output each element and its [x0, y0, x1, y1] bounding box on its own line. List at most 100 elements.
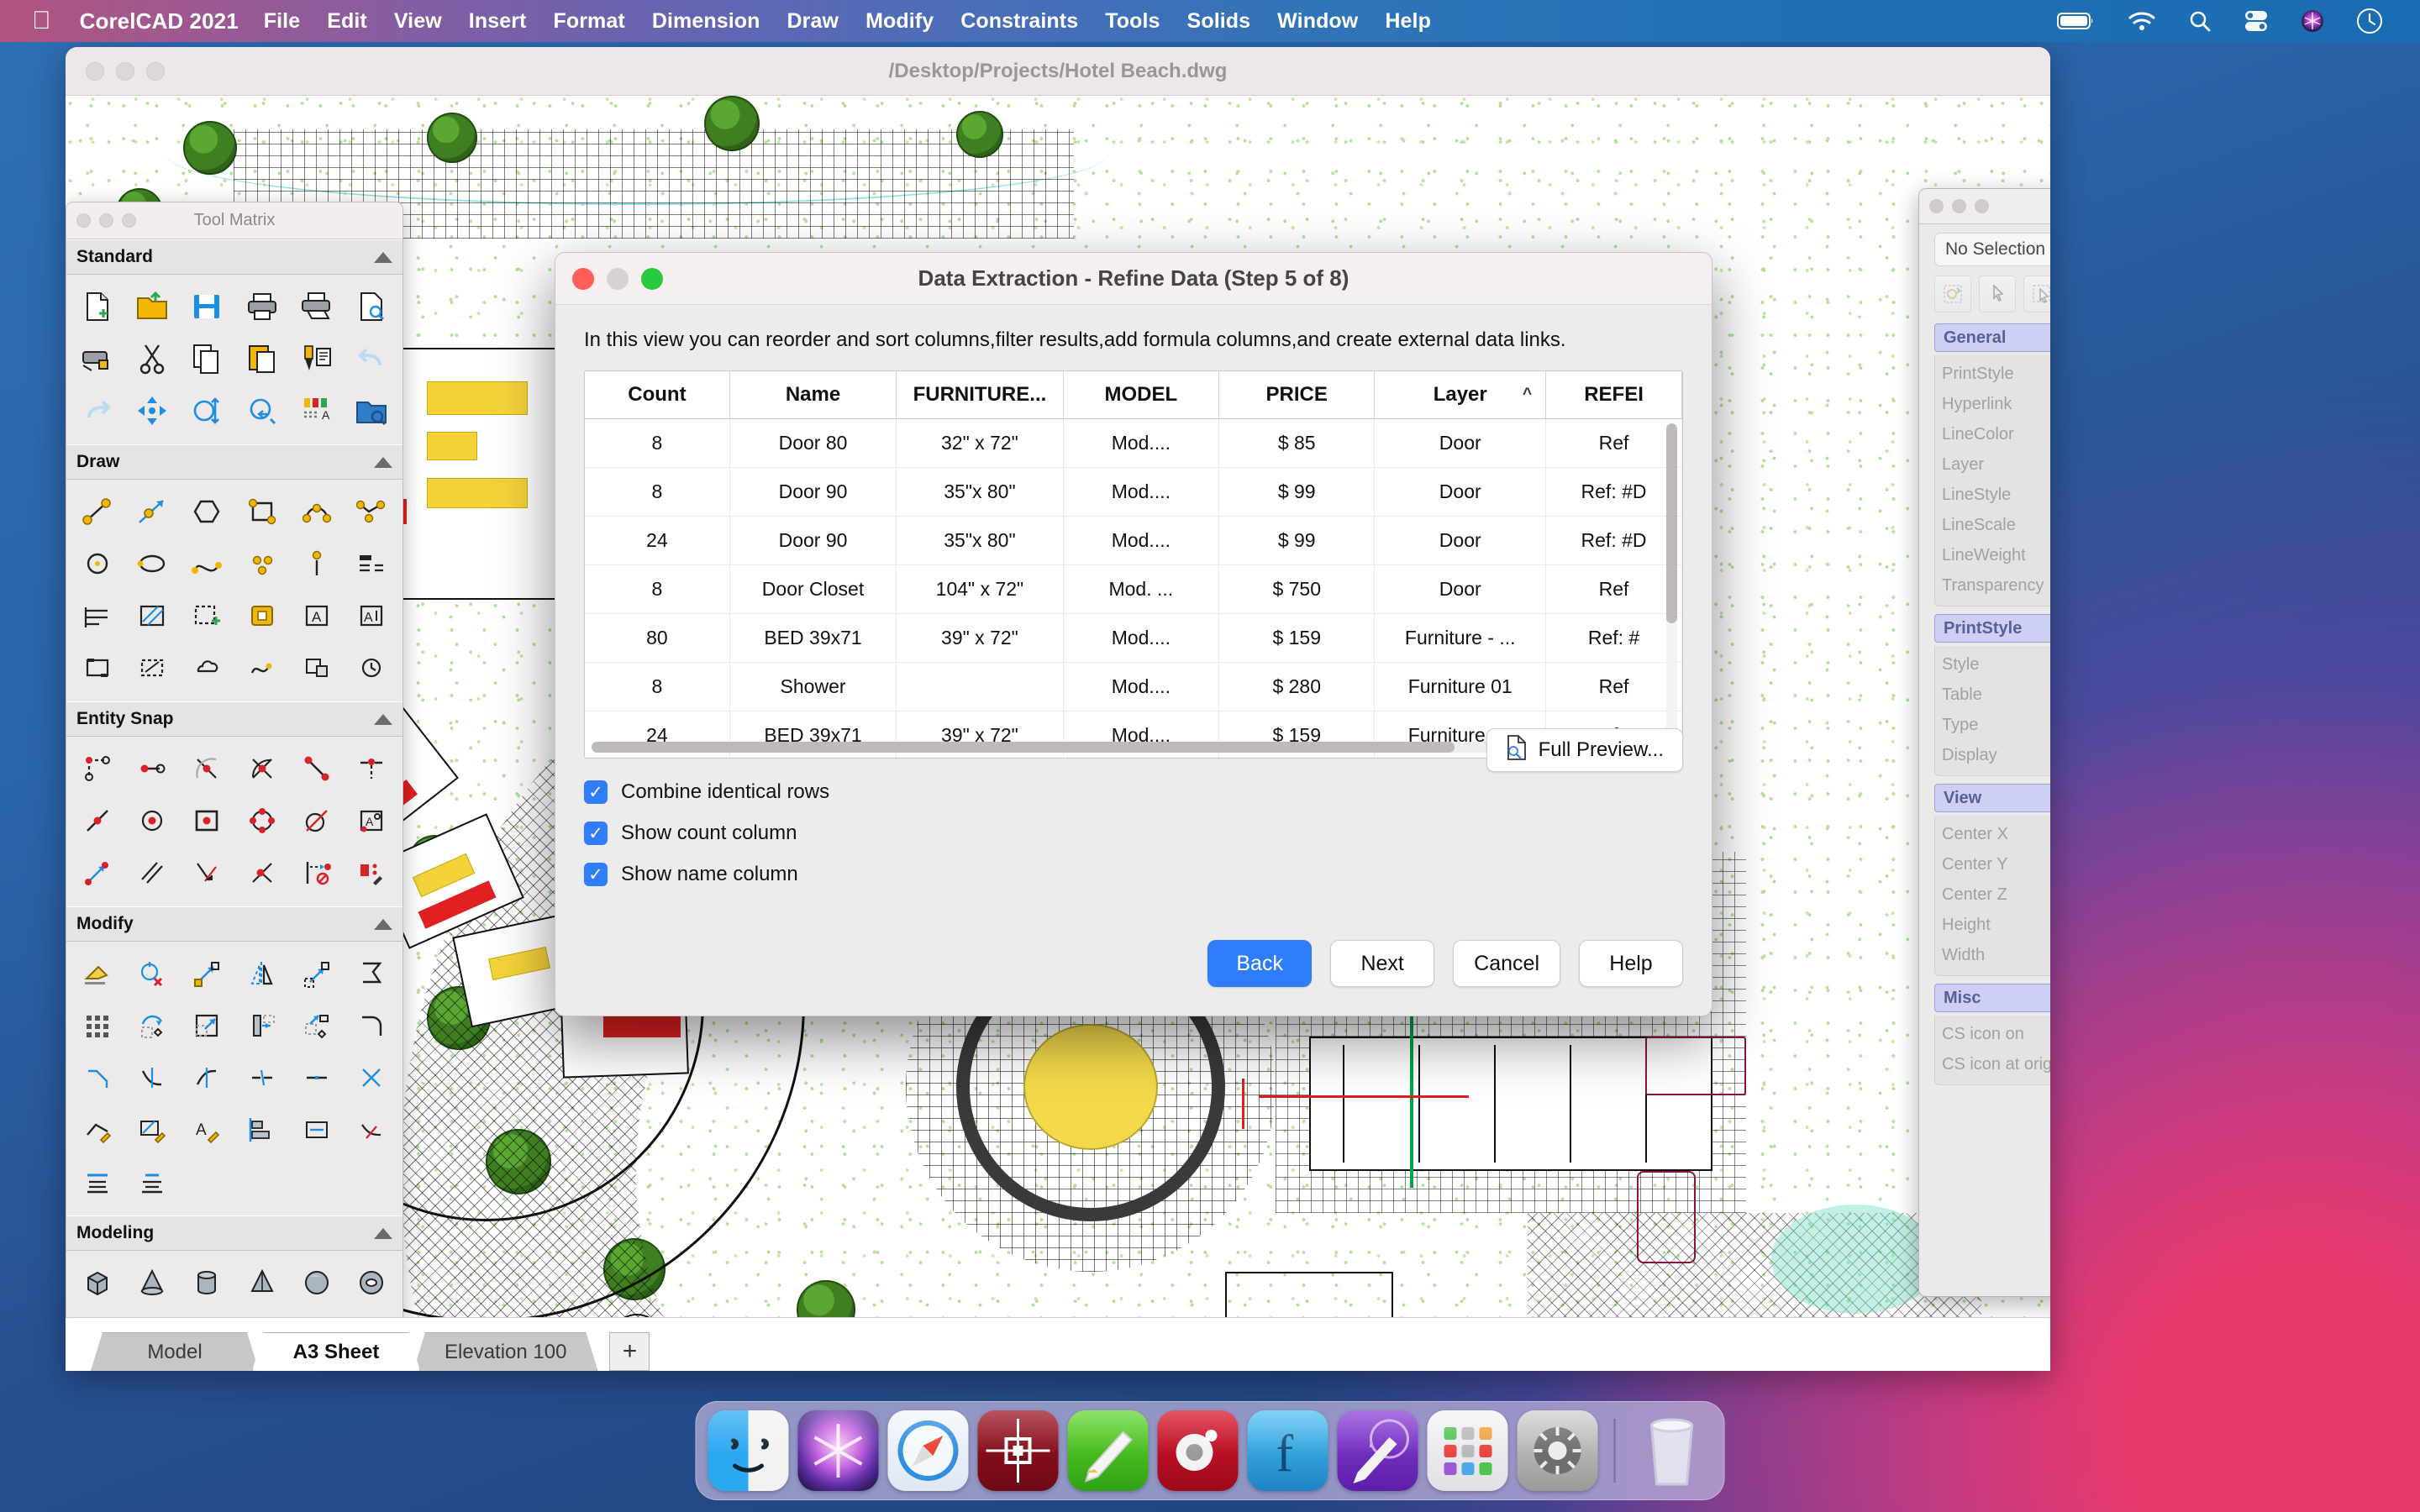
wifi-icon[interactable] — [2128, 10, 2156, 32]
tool-section-draw[interactable]: Draw — [66, 444, 402, 480]
snap-insertion-icon[interactable] — [180, 795, 234, 847]
table-hscroll-thumb[interactable] — [592, 742, 1455, 753]
open-drawing-browse-tool[interactable] — [345, 385, 399, 437]
column-header-reference[interactable]: REFEI — [1545, 371, 1682, 419]
snap-from-icon[interactable] — [70, 743, 124, 795]
polyline-tool[interactable] — [345, 486, 399, 538]
pattern-fill-tool[interactable] — [289, 642, 344, 694]
snap-text-insert-icon[interactable]: A — [345, 795, 399, 847]
edit-attribute-tool[interactable] — [289, 1104, 344, 1156]
corel-capture-icon[interactable] — [1337, 1410, 1418, 1491]
help-button[interactable]: Help — [1579, 940, 1683, 987]
snap-perpendicular-icon[interactable] — [180, 847, 234, 899]
triangle-up-icon[interactable] — [374, 456, 392, 468]
explode-tool[interactable] — [345, 1052, 399, 1104]
clock-icon[interactable] — [2356, 8, 2383, 34]
rotate-tool[interactable] — [124, 1000, 179, 1052]
launchpad-icon[interactable] — [1427, 1410, 1508, 1491]
point-tool[interactable] — [234, 538, 289, 590]
snap-settings-icon[interactable] — [345, 847, 399, 899]
extend-tool[interactable] — [180, 1052, 234, 1104]
edit-hatch-tool[interactable] — [124, 1104, 179, 1156]
move-copy-tool[interactable] — [289, 1000, 344, 1052]
snap-nearest-icon[interactable] — [289, 743, 344, 795]
menu-item-view[interactable]: View — [394, 9, 442, 34]
snap-quadrant-icon[interactable] — [234, 795, 289, 847]
block-tool[interactable] — [234, 590, 289, 642]
region-tool[interactable] — [70, 642, 124, 694]
data-extraction-dialog[interactable]: Data Extraction - Refine Data (Step 5 of… — [555, 252, 1712, 1016]
snap-endpoint-icon[interactable] — [124, 743, 179, 795]
freehand-tool[interactable] — [234, 642, 289, 694]
option-combine-identical-rows[interactable]: ✓ Combine identical rows — [584, 780, 1683, 804]
sheet-tab-model[interactable]: Model — [91, 1332, 259, 1371]
menu-item-modify[interactable]: Modify — [865, 9, 934, 34]
break-tool[interactable] — [234, 1052, 289, 1104]
control-center-icon[interactable] — [2244, 9, 2269, 33]
snap-toggle-off-icon[interactable] — [289, 847, 344, 899]
menu-item-help[interactable]: Help — [1385, 9, 1431, 34]
ellipse-tool[interactable] — [124, 538, 179, 590]
snap-parallel-icon[interactable] — [124, 847, 179, 899]
zoom-extents-tool[interactable] — [180, 385, 234, 437]
text-align-top-tool[interactable] — [70, 1156, 124, 1208]
column-header-price[interactable]: PRICE — [1218, 371, 1376, 419]
properties-panel[interactable]: Properties No Selection ▲▼ ? General — [1918, 188, 2050, 1297]
snap-tangent-icon[interactable] — [289, 795, 344, 847]
ray-tool[interactable] — [289, 538, 344, 590]
edit-polyline-tool[interactable] — [70, 1104, 124, 1156]
quick-select-icon[interactable] — [1934, 276, 1971, 312]
apple-menu-icon[interactable]:  — [32, 8, 51, 34]
open-file-tool[interactable] — [124, 281, 179, 333]
option-show-count-column[interactable]: ✓ Show count column — [584, 822, 1683, 845]
arc-tool[interactable] — [289, 486, 344, 538]
revision-tool[interactable] — [345, 642, 399, 694]
mirror-tool[interactable] — [234, 948, 289, 1000]
snap-intersection-icon[interactable] — [180, 743, 234, 795]
snap-center-icon[interactable] — [124, 795, 179, 847]
menu-item-dimension[interactable]: Dimension — [652, 9, 760, 34]
sheet-tab-a3-sheet[interactable]: A3 Sheet — [252, 1332, 420, 1371]
checkbox-checked-icon[interactable]: ✓ — [584, 822, 608, 845]
multi-line-tool[interactable] — [70, 590, 124, 642]
table-tool[interactable] — [345, 538, 399, 590]
print-preview-tool[interactable] — [345, 281, 399, 333]
tool-section-entity-snap[interactable]: Entity Snap — [66, 701, 402, 737]
tool-section-modeling[interactable]: Modeling — [66, 1215, 402, 1251]
properties-group-printstyle[interactable]: PrintStyle — [1934, 614, 2050, 643]
new-file-tool[interactable] — [70, 281, 124, 333]
print-tool[interactable] — [234, 281, 289, 333]
save-tool[interactable] — [180, 281, 234, 333]
coreldraw-icon[interactable] — [1067, 1410, 1149, 1491]
finder-icon[interactable] — [708, 1410, 789, 1491]
cancel-button[interactable]: Cancel — [1453, 940, 1560, 987]
siri-icon[interactable] — [2301, 9, 2324, 33]
cut-tool[interactable] — [124, 333, 179, 385]
system-preferences-icon[interactable] — [1517, 1410, 1598, 1491]
option-show-name-column[interactable]: ✓ Show name column — [584, 863, 1683, 886]
sheet-tab-elevation-100[interactable]: Elevation 100 — [413, 1332, 597, 1371]
snap-midpoint-icon[interactable] — [345, 743, 399, 795]
back-button[interactable]: Back — [1207, 940, 1313, 987]
offset-tool[interactable] — [345, 948, 399, 1000]
column-header-furniture[interactable]: FURNITURE... — [896, 371, 1064, 419]
polygon-tool[interactable] — [180, 486, 234, 538]
circle-tool[interactable] — [70, 538, 124, 590]
join-tool[interactable] — [289, 1052, 344, 1104]
pyramid-tool[interactable] — [234, 1257, 289, 1309]
redo-tool[interactable] — [70, 385, 124, 437]
menu-item-tools[interactable]: Tools — [1105, 9, 1160, 34]
trash-icon[interactable] — [1632, 1410, 1712, 1491]
note-text-tool[interactable]: A — [345, 590, 399, 642]
menu-item-window[interactable]: Window — [1277, 9, 1358, 34]
checkbox-checked-icon[interactable]: ✓ — [584, 863, 608, 886]
table-vscroll-thumb[interactable] — [1666, 423, 1677, 624]
menu-item-file[interactable]: File — [264, 9, 300, 34]
cone-tool[interactable] — [124, 1257, 179, 1309]
layers-tool[interactable]: A — [289, 385, 344, 437]
next-button[interactable]: Next — [1330, 940, 1435, 987]
erase-tool[interactable] — [70, 948, 124, 1000]
snap-extension-icon[interactable] — [70, 847, 124, 899]
edit-text-tool[interactable]: A — [180, 1104, 234, 1156]
triangle-up-icon[interactable] — [374, 918, 392, 930]
